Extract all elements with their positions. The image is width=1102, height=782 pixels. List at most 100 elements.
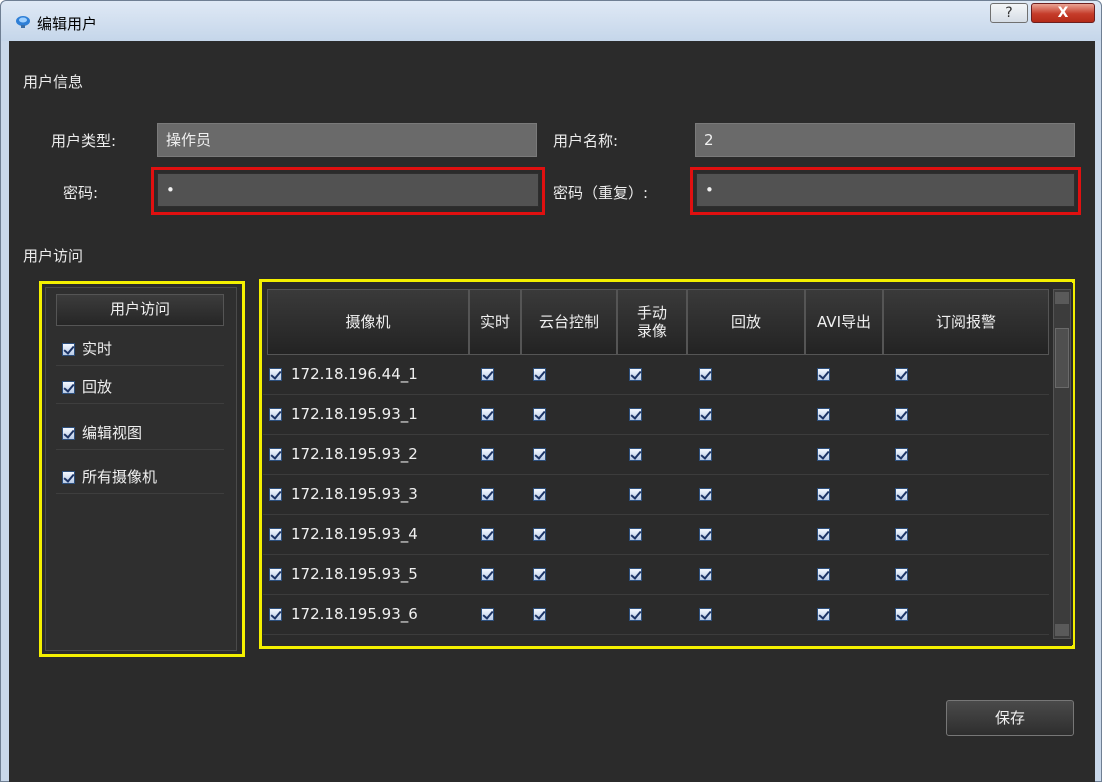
- camera-row[interactable]: 172.18.195.93_1: [263, 395, 1049, 435]
- camera-row[interactable]: 172.18.196.44_1: [263, 355, 1049, 395]
- camera-select-checkbox[interactable]: [269, 488, 282, 501]
- user-info-section-title: 用户信息: [23, 73, 84, 91]
- permission-checkbox[interactable]: [895, 608, 908, 621]
- user-type-label: 用户类型:: [51, 132, 117, 150]
- access-item-label: 编辑视图: [82, 424, 143, 442]
- checkbox-icon[interactable]: [62, 343, 75, 356]
- camera-name: 172.18.195.93_2: [291, 445, 418, 463]
- camera-name: 172.18.196.44_1: [291, 365, 418, 383]
- column-header-playback[interactable]: 回放: [687, 289, 805, 355]
- close-button[interactable]: X: [1031, 3, 1095, 23]
- permission-checkbox[interactable]: [817, 488, 830, 501]
- camera-select-checkbox[interactable]: [269, 608, 282, 621]
- camera-row[interactable]: 172.18.195.93_6: [263, 595, 1049, 635]
- camera-name: 172.18.195.93_6: [291, 605, 418, 623]
- permission-checkbox[interactable]: [629, 488, 642, 501]
- permission-checkbox[interactable]: [481, 608, 494, 621]
- access-item-live[interactable]: 实时: [56, 334, 224, 366]
- permission-checkbox[interactable]: [699, 368, 712, 381]
- camera-select-checkbox[interactable]: [269, 528, 282, 541]
- permission-checkbox[interactable]: [699, 488, 712, 501]
- camera-row[interactable]: 172.18.195.93_2: [263, 435, 1049, 475]
- access-list-header: 用户访问: [56, 294, 224, 326]
- permission-checkbox[interactable]: [481, 448, 494, 461]
- permission-checkbox[interactable]: [895, 568, 908, 581]
- camera-row[interactable]: 172.18.195.93_5: [263, 555, 1049, 595]
- column-header-live[interactable]: 实时: [469, 289, 521, 355]
- permission-checkbox[interactable]: [817, 568, 830, 581]
- checkbox-icon[interactable]: [62, 381, 75, 394]
- permission-checkbox[interactable]: [817, 368, 830, 381]
- column-header-subscribe-alarm[interactable]: 订阅报警: [883, 289, 1049, 355]
- permission-checkbox[interactable]: [629, 448, 642, 461]
- scroll-thumb[interactable]: [1055, 328, 1069, 388]
- user-type-field[interactable]: 操作员: [157, 123, 537, 157]
- permission-checkbox[interactable]: [817, 408, 830, 421]
- password-label: 密码:: [63, 184, 99, 202]
- scroll-up-arrow[interactable]: [1055, 292, 1069, 304]
- camera-select-checkbox[interactable]: [269, 408, 282, 421]
- permission-checkbox[interactable]: [533, 528, 546, 541]
- table-scrollbar[interactable]: [1053, 289, 1071, 639]
- access-item-label: 实时: [82, 340, 113, 358]
- access-list: 用户访问 实时 回放 编辑视图 所有摄像机: [45, 287, 237, 651]
- permission-checkbox[interactable]: [699, 608, 712, 621]
- permission-checkbox[interactable]: [699, 448, 712, 461]
- permission-checkbox[interactable]: [817, 448, 830, 461]
- permission-checkbox[interactable]: [629, 368, 642, 381]
- access-item-edit-view[interactable]: 编辑视图: [56, 418, 224, 450]
- save-button[interactable]: 保存: [946, 700, 1074, 736]
- app-icon: [16, 16, 30, 28]
- permission-checkbox[interactable]: [481, 408, 494, 421]
- camera-name: 172.18.195.93_3: [291, 485, 418, 503]
- permission-checkbox[interactable]: [699, 408, 712, 421]
- checkbox-icon[interactable]: [62, 471, 75, 484]
- checkbox-icon[interactable]: [62, 427, 75, 440]
- permission-checkbox[interactable]: [895, 368, 908, 381]
- camera-name: 172.18.195.93_5: [291, 565, 418, 583]
- permission-checkbox[interactable]: [481, 568, 494, 581]
- permission-checkbox[interactable]: [533, 408, 546, 421]
- permission-checkbox[interactable]: [699, 568, 712, 581]
- permission-checkbox[interactable]: [481, 368, 494, 381]
- password-repeat-field[interactable]: •: [696, 173, 1075, 207]
- password-field[interactable]: •: [157, 173, 539, 207]
- permission-checkbox[interactable]: [629, 608, 642, 621]
- permission-checkbox[interactable]: [533, 568, 546, 581]
- permission-checkbox[interactable]: [481, 488, 494, 501]
- column-header-camera[interactable]: 摄像机: [267, 289, 469, 355]
- column-header-avi-export[interactable]: AVI导出: [805, 289, 883, 355]
- password-repeat-label: 密码（重复）:: [553, 184, 649, 202]
- permission-checkbox[interactable]: [629, 528, 642, 541]
- user-name-label: 用户名称:: [553, 132, 619, 150]
- camera-row[interactable]: 172.18.195.93_4: [263, 515, 1049, 555]
- permission-checkbox[interactable]: [699, 528, 712, 541]
- camera-select-checkbox[interactable]: [269, 448, 282, 461]
- camera-select-checkbox[interactable]: [269, 568, 282, 581]
- column-header-ptz[interactable]: 云台控制: [521, 289, 617, 355]
- permission-checkbox[interactable]: [481, 528, 494, 541]
- camera-table: 摄像机 实时 云台控制 手动 录像 回放 AVI导出 订阅报警 172.18.1…: [263, 283, 1073, 645]
- column-header-manual-record[interactable]: 手动 录像: [617, 289, 687, 355]
- permission-checkbox[interactable]: [533, 448, 546, 461]
- permission-checkbox[interactable]: [895, 408, 908, 421]
- camera-row[interactable]: 172.18.195.93_3: [263, 475, 1049, 515]
- permission-checkbox[interactable]: [817, 608, 830, 621]
- permission-checkbox[interactable]: [629, 408, 642, 421]
- permission-checkbox[interactable]: [895, 448, 908, 461]
- permission-checkbox[interactable]: [533, 608, 546, 621]
- camera-select-checkbox[interactable]: [269, 368, 282, 381]
- permission-checkbox[interactable]: [533, 368, 546, 381]
- permission-checkbox[interactable]: [817, 528, 830, 541]
- scroll-down-arrow[interactable]: [1055, 624, 1069, 636]
- edit-user-window: 编辑用户 ? X 用户信息 用户类型: 操作员 用户名称: 2 密码: • 密码…: [0, 0, 1102, 782]
- access-item-all-cameras[interactable]: 所有摄像机: [56, 462, 224, 494]
- camera-name: 172.18.195.93_4: [291, 525, 418, 543]
- permission-checkbox[interactable]: [895, 528, 908, 541]
- user-name-field[interactable]: 2: [695, 123, 1075, 157]
- permission-checkbox[interactable]: [895, 488, 908, 501]
- permission-checkbox[interactable]: [533, 488, 546, 501]
- help-button[interactable]: ?: [990, 3, 1028, 23]
- access-item-playback[interactable]: 回放: [56, 372, 224, 404]
- permission-checkbox[interactable]: [629, 568, 642, 581]
